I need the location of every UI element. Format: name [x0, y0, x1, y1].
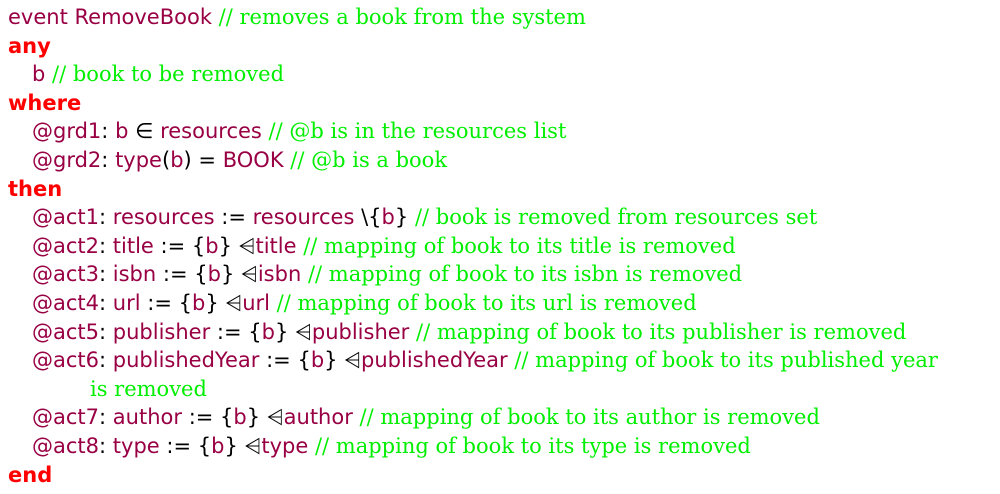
set-element: b — [207, 262, 221, 287]
domain-subtraction-symbol: ⩤ — [244, 433, 262, 458]
action-comment: // mapping of book to its published year — [514, 348, 938, 373]
guard-rhs: BOOK — [222, 147, 284, 172]
action-var: author — [112, 405, 182, 430]
guard-operator: ∈ — [135, 119, 154, 144]
action-comment: // mapping of book to its title is remov… — [303, 233, 736, 258]
event-name: RemoveBook — [74, 5, 212, 29]
action-label: @act6 — [32, 348, 100, 373]
action-label: @act4 — [32, 290, 100, 315]
guard-comment: // @b is in the resources list — [268, 119, 567, 144]
set-element: b — [191, 290, 206, 315]
guard-arg: b — [170, 147, 184, 172]
set-element: b — [205, 233, 219, 258]
action-relation: publishedYear — [361, 348, 508, 373]
event-definition: event RemoveBook // removes a book from … — [8, 3, 998, 489]
guard-operator: = — [198, 147, 217, 172]
action-comment: // mapping of book to its url is removed — [276, 290, 697, 315]
domain-subtraction-symbol: ⩤ — [238, 233, 256, 258]
action-expr-var: resources — [252, 205, 355, 230]
action-var: isbn — [112, 262, 157, 287]
action-comment: // mapping of book to its isbn is remove… — [307, 262, 743, 287]
action-comment: // mapping of book to its author is remo… — [359, 405, 820, 430]
domain-subtraction-symbol: ⩤ — [241, 262, 258, 287]
domain-subtraction-symbol: ⩤ — [266, 405, 284, 430]
action-var: publisher — [112, 319, 211, 344]
domain-subtraction-symbol: ⩤ — [295, 319, 312, 344]
any-keyword: any — [8, 33, 51, 58]
guard-label: @grd2 — [32, 147, 102, 172]
action-var: title — [112, 233, 154, 258]
action-comment: // mapping of book to its type is remove… — [314, 433, 751, 458]
action-line: @act4: url := {b} ⩤url // mapping of boo… — [32, 290, 697, 315]
action-var: type — [112, 433, 160, 458]
guard-func: type — [115, 147, 162, 172]
assign-operator: := — [160, 233, 186, 258]
action-line: @act2: title := {b} ⩤title // mapping of… — [32, 233, 736, 258]
action-comment-continuation: is removed — [90, 376, 207, 401]
action-line: @act5: publisher := {b} ⩤publisher // ma… — [32, 319, 907, 344]
action-relation: url — [242, 290, 270, 315]
domain-subtraction-symbol: ⩤ — [344, 348, 362, 373]
action-relation: type — [261, 433, 309, 458]
set-element: b — [211, 433, 225, 458]
action-comment-continuation-line: is removed — [8, 375, 998, 404]
action-label: @act1 — [32, 205, 100, 230]
guard-label: @grd1 — [32, 119, 102, 144]
set-element: b — [381, 205, 395, 230]
assign-operator: := — [221, 205, 246, 230]
guard-comment: // @b is a book — [290, 147, 448, 172]
event-keyword: event — [8, 5, 68, 29]
guard-line: @grd2: type(b) = BOOK // @b is a book — [32, 147, 448, 172]
action-label: @act3 — [32, 262, 100, 287]
end-keyword: end — [8, 462, 53, 487]
set-element: b — [310, 348, 325, 373]
action-var: resources — [112, 205, 215, 230]
param-comment: // book to be removed — [52, 62, 285, 87]
domain-subtraction-symbol: ⩤ — [225, 290, 243, 315]
assign-operator: := — [266, 348, 291, 373]
action-comment: // book is removed from resources set — [414, 205, 818, 230]
action-relation: title — [255, 233, 297, 258]
set-element: b — [233, 405, 247, 430]
action-relation: isbn — [257, 262, 302, 287]
any-param-line: b // book to be removed — [8, 60, 998, 89]
action-label: @act7 — [32, 405, 100, 430]
guard-rhs: resources — [160, 119, 262, 144]
action-line: @act7: author := {b} ⩤author // mapping … — [32, 405, 820, 430]
assign-operator: := — [188, 405, 214, 430]
guard-lhs: b — [115, 119, 129, 144]
event-comment: // removes a book from the system — [218, 5, 586, 29]
assign-operator: := — [216, 319, 242, 344]
where-keyword: where — [8, 90, 82, 115]
param-name: b — [32, 62, 46, 87]
assign-operator: := — [162, 262, 188, 287]
event-header-line: event RemoveBook // removes a book from … — [8, 3, 998, 32]
action-line: @act8: type := {b} ⩤type // mapping of b… — [32, 433, 751, 458]
then-keyword: then — [8, 176, 63, 201]
action-relation: publisher — [311, 319, 410, 344]
action-var: url — [112, 290, 141, 315]
action-label: @act5 — [32, 319, 100, 344]
action-comment: // mapping of book to its publisher is r… — [416, 319, 907, 344]
guard-line: @grd1: b ∈ resources // @b is in the res… — [32, 119, 567, 144]
action-relation: author — [283, 405, 353, 430]
action-var: publishedYear — [112, 348, 260, 373]
assign-operator: := — [166, 433, 192, 458]
action-line: @act1: resources := resources \{b} // bo… — [32, 205, 818, 230]
assign-operator: := — [147, 290, 172, 315]
action-label: @act2 — [32, 233, 100, 258]
set-element: b — [261, 319, 275, 344]
action-label: @act8 — [32, 433, 100, 458]
action-line: @act6: publishedYear := {b} ⩤publishedYe… — [32, 348, 938, 373]
action-line: @act3: isbn := {b} ⩤isbn // mapping of b… — [32, 262, 743, 287]
